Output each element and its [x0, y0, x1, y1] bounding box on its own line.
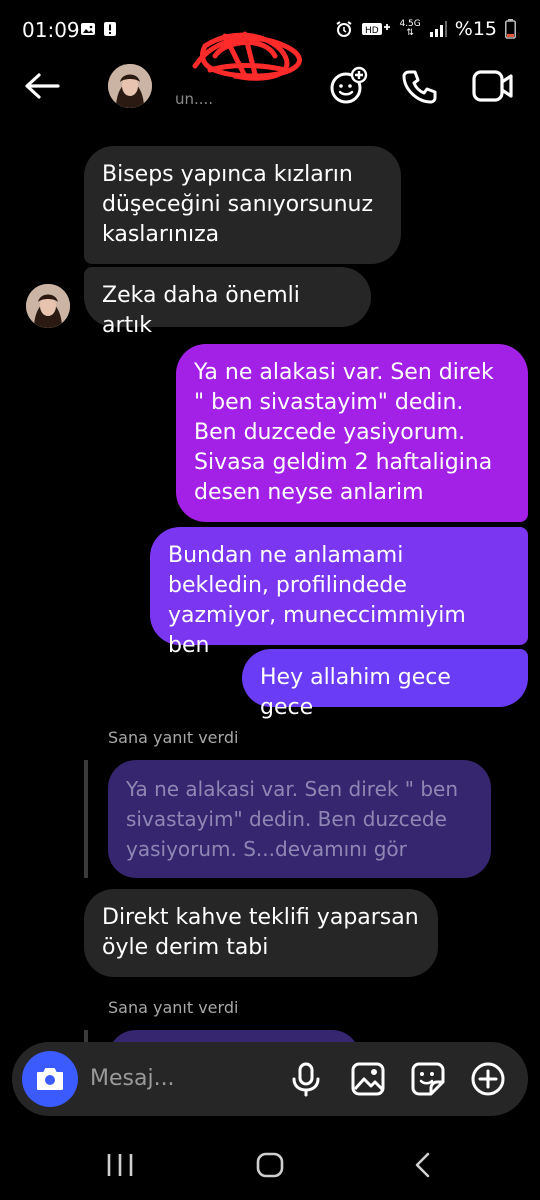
effects-icon[interactable]	[328, 66, 368, 106]
message-incoming[interactable]: Direkt kahve teklifi yaparsan öyle derim…	[84, 889, 438, 977]
recent-apps-icon[interactable]	[106, 1152, 134, 1178]
alarm-icon	[336, 21, 353, 37]
plus-icon[interactable]	[470, 1061, 506, 1097]
contact-subtitle: un....	[175, 90, 214, 108]
message-text: Biseps yapınca kızların düşeceğini sanıy…	[102, 162, 374, 247]
battery-icon	[505, 19, 516, 39]
status-time: 01:09	[22, 18, 80, 42]
microphone-icon[interactable]	[288, 1061, 324, 1097]
hd-voice-icon: HD	[362, 23, 391, 36]
message-text: Hey allahim gece gece	[260, 665, 451, 720]
network-type: 4.5G ⇅	[399, 19, 421, 38]
gallery-icon[interactable]	[350, 1061, 386, 1097]
camera-button[interactable]	[22, 1051, 78, 1107]
message-outgoing[interactable]: Hey allahim gece gece	[242, 649, 528, 720]
message-text: Ya ne alakasi var. Sen direk " ben sivas…	[194, 360, 494, 505]
status-right: HD 4.5G ⇅ %15	[335, 18, 516, 40]
sticker-icon[interactable]	[410, 1061, 446, 1097]
reply-label: Sana yanıt verdi	[108, 728, 239, 747]
message-composer: Mesaj...	[12, 1042, 528, 1116]
svg-text:HD: HD	[365, 26, 379, 36]
message-outgoing[interactable]: Bundan ne anlamami bekledin, profilinded…	[150, 527, 528, 658]
message-text: Direkt kahve teklifi yaparsan öyle derim…	[102, 905, 419, 960]
message-incoming[interactable]: Biseps yapınca kızların düşeceğini sanıy…	[84, 146, 401, 264]
reply-quote-bar	[84, 760, 88, 878]
message-text: Bundan ne anlamami bekledin, profilinded…	[168, 543, 466, 658]
back-arrow-icon[interactable]	[24, 72, 60, 100]
phone-icon[interactable]	[400, 68, 438, 106]
quoted-text: Ya ne alakasi var. Sen direk " ben sivas…	[126, 777, 459, 861]
gallery-notification-icon	[81, 23, 95, 35]
sender-avatar[interactable]	[26, 284, 70, 328]
video-icon[interactable]	[472, 68, 514, 104]
chat-header: un....	[0, 31, 540, 120]
reply-label: Sana yanıt verdi	[108, 998, 239, 1017]
message-incoming[interactable]: Zeka daha önemli artık	[84, 267, 371, 338]
contact-avatar[interactable]	[108, 64, 152, 108]
alert-notification-icon	[104, 22, 116, 36]
home-icon[interactable]	[256, 1152, 284, 1178]
system-navigation-bar	[0, 1130, 540, 1200]
battery-percent: %15	[454, 18, 497, 40]
message-input[interactable]: Mesaj...	[90, 1066, 175, 1091]
signal-icon	[429, 21, 447, 37]
camera-icon	[37, 1068, 63, 1090]
contact-name-redacted[interactable]	[175, 26, 315, 82]
back-nav-icon[interactable]	[410, 1152, 436, 1178]
message-outgoing[interactable]: Ya ne alakasi var. Sen direk " ben sivas…	[176, 344, 528, 522]
message-text: Zeka daha önemli artık	[102, 283, 300, 338]
reply-quoted-message[interactable]: Ya ne alakasi var. Sen direk " ben sivas…	[108, 760, 491, 878]
